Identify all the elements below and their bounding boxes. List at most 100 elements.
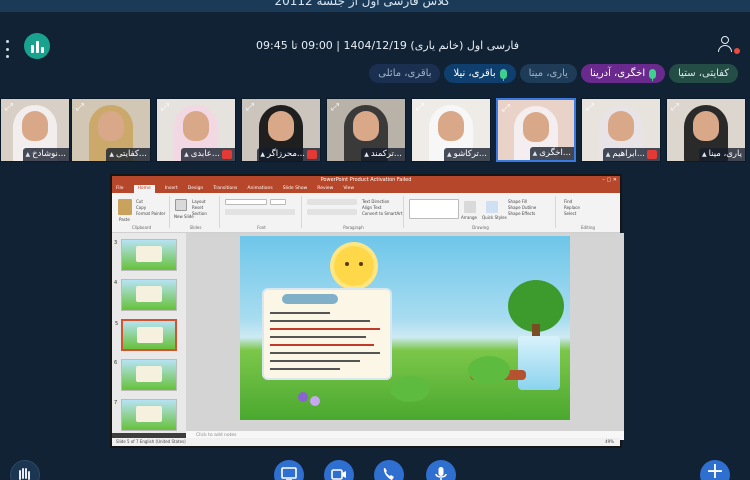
tile-name-label: ▲ ترکاشو...: [444, 148, 490, 161]
align-buttons[interactable]: [307, 209, 357, 215]
new-slide-icon[interactable]: [175, 199, 187, 211]
meeting-title: فارسی اول (خانم یاری) 1404/12/19 | 09:00…: [256, 39, 520, 52]
muted-mic-icon: [647, 150, 657, 159]
video-tile[interactable]: ⤢ ▲ ترکمند...: [326, 98, 406, 162]
expand-icon[interactable]: ⤢: [586, 102, 594, 113]
expand-icon[interactable]: ⤢: [671, 102, 679, 113]
participant-chip[interactable]: باقری، مائلی: [369, 64, 441, 83]
video-tile[interactable]: ⤢ ▲ عابدی...: [156, 98, 236, 162]
tab-review[interactable]: Review: [317, 185, 333, 193]
text-card[interactable]: [262, 288, 392, 380]
participant-chip[interactable]: یاری، مینا: [519, 64, 577, 83]
paste-icon[interactable]: [118, 199, 132, 215]
video-tile[interactable]: ⤢ ▲ ابراهیم...: [581, 98, 661, 162]
font-name-field[interactable]: [225, 199, 267, 205]
ribbon-group-slides: New Slide Layout Reset Section Slides: [172, 196, 220, 230]
tab-transitions[interactable]: Transitions: [213, 185, 237, 193]
tile-name-label: ▲ عابدی...: [181, 148, 235, 161]
window-title: کلاس فارسی اول از جلسه 20112: [274, 0, 450, 8]
tile-name-label: ▲ ابراهیم...: [602, 148, 660, 161]
powerpoint-titlebar: PowerPoint Product Activation Failed – ▢…: [112, 176, 620, 185]
camera-button[interactable]: [324, 460, 354, 480]
tab-slideshow[interactable]: Slide Show: [283, 185, 308, 193]
tab-design[interactable]: Design: [188, 185, 204, 193]
expand-icon[interactable]: ⤢: [502, 103, 510, 114]
add-button[interactable]: +: [700, 460, 730, 480]
microphone-button[interactable]: [426, 460, 456, 480]
ribbon-group-clipboard: Paste Cut Copy Format Painter Clipboard: [114, 196, 170, 230]
tab-file[interactable]: File: [116, 185, 124, 193]
expand-icon[interactable]: ⤢: [5, 102, 13, 113]
share-screen-button[interactable]: [274, 460, 304, 480]
font-size-field[interactable]: [270, 199, 286, 205]
list-buttons[interactable]: [307, 199, 357, 205]
ribbon-group-drawing: Arrange Quick Styles Shape Fill Shape Ou…: [406, 196, 556, 230]
slide-thumbnails-pane: 3 4 5 6 7: [112, 233, 186, 433]
font-format-buttons[interactable]: [225, 209, 295, 215]
speaker-chips: کفایتی، ستیا اخگری، آدرینا یاری، مینا با…: [369, 64, 738, 83]
slide-thumbnail[interactable]: 7: [114, 399, 177, 431]
shared-screen: PowerPoint Product Activation Failed – ▢…: [110, 174, 624, 448]
ribbon: Paste Cut Copy Format Painter Clipboard …: [112, 193, 620, 233]
video-tile[interactable]: ⤢ ▲ یاری، مینا: [666, 98, 746, 162]
video-tile[interactable]: ⤢ ▲ کفایتی...: [71, 98, 151, 162]
window-title-strip: کلاس فارسی اول از جلسه 20112: [0, 0, 750, 12]
camera-icon: [331, 469, 346, 480]
participant-chip[interactable]: باقری، نیلا: [444, 64, 516, 83]
video-tile-active[interactable]: ⤢ ▲ اخگری...: [496, 98, 576, 162]
ribbon-group-paragraph: Text Direction Align Text Convert to Sma…: [304, 196, 404, 230]
video-tile[interactable]: ⤢ ▲ نوشادخ...: [0, 98, 70, 162]
participants-icon[interactable]: [716, 36, 740, 54]
microphone-icon: [649, 68, 657, 81]
leave-call-button[interactable]: [374, 460, 404, 480]
status-bar: Slide 5 of 7 English (United States) 49%: [112, 438, 620, 446]
participant-video-strip: ⤢ ▲ یاری، مینا ⤢ ▲ ابراهیم... ⤢ ▲ اخگری... …: [0, 98, 750, 162]
expand-icon[interactable]: ⤢: [246, 102, 254, 113]
screen-share-icon: [281, 467, 297, 480]
microphone-icon: [499, 68, 507, 81]
raise-hand-button[interactable]: [10, 460, 40, 480]
microphone-icon: [435, 467, 447, 480]
more-options-icon[interactable]: [4, 40, 10, 58]
slide-editor[interactable]: [186, 233, 624, 433]
expand-icon[interactable]: ⤢: [331, 102, 339, 113]
tile-name-label: ▲ کفایتی...: [106, 148, 150, 161]
participant-chip[interactable]: اخگری، آدرینا: [580, 64, 666, 83]
phone-icon: [383, 468, 394, 480]
slide-thumbnail-selected[interactable]: 5: [115, 319, 177, 351]
notification-dot: [734, 48, 740, 54]
call-controls: +: [0, 452, 750, 480]
slide-thumbnail[interactable]: 6: [114, 359, 177, 391]
slide-thumbnail[interactable]: 3: [114, 239, 177, 271]
muted-mic-icon: [307, 150, 317, 159]
muted-mic-icon: [222, 150, 232, 159]
ribbon-tabs: File Home Insert Design Transitions Anim…: [112, 185, 620, 193]
expand-icon[interactable]: ⤢: [416, 102, 424, 113]
arrange-icon[interactable]: [464, 201, 476, 213]
tab-home[interactable]: Home: [133, 185, 155, 193]
tab-view[interactable]: View: [343, 185, 354, 193]
waterfall-illustration: [518, 336, 560, 390]
zoom-level[interactable]: 49%: [605, 438, 614, 446]
quick-styles-icon[interactable]: [486, 201, 498, 213]
app-logo-icon: [24, 33, 50, 59]
tile-name-label: ▲ ترکمند...: [361, 148, 405, 161]
sun-illustration: [334, 246, 374, 286]
ribbon-group-font: Font: [222, 196, 302, 230]
meeting-header: فارسی اول (خانم یاری) 1404/12/19 | 09:00…: [0, 12, 750, 98]
shapes-gallery[interactable]: [409, 199, 459, 219]
slide-thumbnail[interactable]: 4: [114, 279, 177, 311]
tab-animations[interactable]: Animations: [247, 185, 272, 193]
expand-icon[interactable]: ⤢: [76, 102, 84, 113]
video-tile[interactable]: ⤢ ▲ محرزاگر...: [241, 98, 321, 162]
tab-insert[interactable]: Insert: [165, 185, 178, 193]
window-controls-icon[interactable]: – ▢ ✕: [602, 176, 617, 185]
video-tile[interactable]: ⤢ ▲ ترکاشو...: [411, 98, 491, 162]
tile-name-label: ▲ نوشادخ...: [22, 148, 69, 161]
tile-name-label: ▲ اخگری...: [529, 147, 574, 160]
tile-name-label: ▲ یاری، مینا: [698, 148, 745, 161]
current-slide[interactable]: [240, 236, 570, 420]
tile-name-label: ▲ محرزاگر...: [257, 148, 320, 161]
participant-chip[interactable]: کفایتی، ستیا: [669, 64, 738, 83]
expand-icon[interactable]: ⤢: [161, 102, 169, 113]
